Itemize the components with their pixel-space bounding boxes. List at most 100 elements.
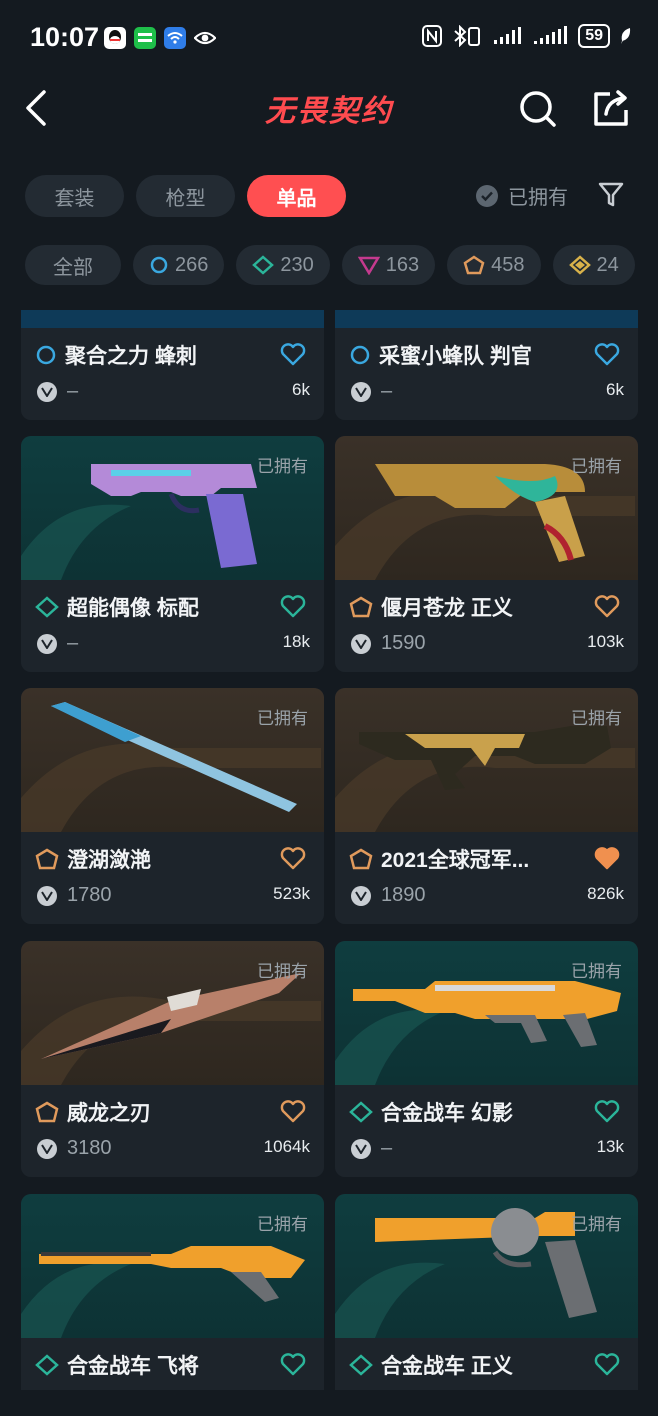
heart-icon[interactable] <box>280 594 306 618</box>
heart-icon[interactable] <box>594 594 620 618</box>
check-icon <box>476 184 498 207</box>
app-header: 无畏契约 <box>0 78 658 142</box>
skin-image: 已拥有 <box>21 941 324 1085</box>
heart-filled-icon[interactable] <box>594 846 620 870</box>
skin-card[interactable]: 已拥有 合金战车 飞将 <box>21 1194 324 1390</box>
skin-card[interactable]: 已拥有 超能偶像 标配 – 18k <box>21 436 324 672</box>
exclusive-tier-icon <box>35 848 59 870</box>
tab-weapon-types[interactable]: 枪型 <box>136 175 235 217</box>
tier-chip-all[interactable]: 全部 <box>25 245 121 285</box>
skin-card[interactable]: 已拥有 2021全球冠军... 1890 826k <box>335 688 638 924</box>
skin-card[interactable]: 采蜜小蜂队 判官 – 6k <box>335 310 638 420</box>
tier-chip-ultra[interactable]: 24 <box>552 245 635 285</box>
exclusive-tier-icon <box>349 848 373 870</box>
owned-filter-toggle[interactable]: 已拥有 <box>476 181 568 210</box>
valorant-points-icon <box>37 381 57 402</box>
valorant-points-icon <box>37 1138 57 1159</box>
owned-tag: 已拥有 <box>571 709 622 728</box>
skin-name: 合金战车 正义 <box>381 1355 513 1378</box>
skin-name: 合金战车 幻影 <box>381 1102 513 1125</box>
search-button[interactable] <box>517 86 559 130</box>
tier-chip-count: 458 <box>491 253 525 276</box>
tier-chip-exclusive[interactable]: 458 <box>447 245 541 285</box>
skin-name: 超能偶像 标配 <box>67 597 199 620</box>
deluxe-tier-icon <box>252 255 275 275</box>
premium-tier-icon <box>357 256 380 275</box>
skin-price: – <box>381 1137 393 1159</box>
valorant-points-icon <box>37 633 57 654</box>
wifi-app-icon <box>164 27 186 49</box>
category-tabs: 套装 枪型 单品 <box>25 175 346 217</box>
heart-icon[interactable] <box>280 1099 306 1123</box>
heart-icon[interactable] <box>280 846 306 870</box>
signal-icon <box>494 27 522 44</box>
skin-name: 聚合之力 蜂刺 <box>65 345 197 368</box>
exclusive-tier-icon <box>463 255 485 275</box>
skin-card[interactable]: 已拥有 澄湖潋滟 1780 523k <box>21 688 324 924</box>
skin-image <box>21 310 324 328</box>
status-app-icons <box>104 27 216 49</box>
tier-chip-premium[interactable]: 163 <box>341 245 436 285</box>
skin-image: 已拥有 <box>21 1194 324 1338</box>
status-bar: 10:07 59 <box>0 0 658 78</box>
owned-tag: 已拥有 <box>257 457 308 476</box>
skin-price: 1590 <box>381 632 426 654</box>
heart-icon[interactable] <box>280 342 306 366</box>
skin-image: 已拥有 <box>335 1194 638 1338</box>
heart-icon[interactable] <box>594 342 620 366</box>
skin-card[interactable]: 已拥有 偃月苍龙 正义 1590 103k <box>335 436 638 672</box>
skin-likes: 1064k <box>263 1137 310 1156</box>
status-time: 10:07 <box>30 22 100 52</box>
battery-indicator: 59 <box>578 24 610 48</box>
valorant-points-icon <box>351 1138 371 1159</box>
skin-likes: 18k <box>282 632 310 651</box>
skin-grid: 聚合之力 蜂刺 – 6k 采蜜小蜂队 判官 – 6k 已拥有 超能偶像 标配 –… <box>0 310 658 1390</box>
filter-button[interactable] <box>597 180 625 210</box>
skin-name: 采蜜小蜂队 判官 <box>379 345 532 368</box>
skin-card[interactable]: 已拥有 威龙之刃 3180 1064k <box>21 941 324 1177</box>
qq-icon <box>104 27 126 49</box>
skin-image: 已拥有 <box>335 688 638 832</box>
tier-chip-deluxe[interactable]: 230 <box>236 245 330 285</box>
heart-icon[interactable] <box>594 1352 620 1376</box>
skin-likes: 6k <box>292 380 310 399</box>
search-icon <box>520 91 556 127</box>
skin-card[interactable]: 已拥有 合金战车 幻影 – 13k <box>335 941 638 1177</box>
share-button[interactable] <box>590 86 632 130</box>
select-tier-icon <box>36 345 56 365</box>
tier-chip-select[interactable]: 266 <box>133 245 225 285</box>
owned-tag: 已拥有 <box>571 962 622 981</box>
nfc-icon <box>422 25 443 47</box>
skin-name: 合金战车 飞将 <box>67 1355 199 1378</box>
exclusive-tier-icon <box>349 596 373 618</box>
tab-items[interactable]: 单品 <box>247 175 346 217</box>
tier-chip-count: 230 <box>280 253 314 276</box>
skin-card[interactable]: 已拥有 合金战车 正义 <box>335 1194 638 1390</box>
skin-name: 澄湖潋滟 <box>67 849 151 872</box>
status-indicators: 59 <box>422 24 632 48</box>
deluxe-tier-icon <box>35 596 59 618</box>
select-tier-icon <box>350 345 370 365</box>
skin-card[interactable]: 聚合之力 蜂刺 – 6k <box>21 310 324 420</box>
owned-tag: 已拥有 <box>571 1215 622 1234</box>
deluxe-tier-icon <box>35 1354 59 1376</box>
skin-image: 已拥有 <box>335 436 638 580</box>
tier-chip-label: 全部 <box>53 256 93 279</box>
skin-price: 1780 <box>67 884 112 906</box>
deluxe-tier-icon <box>349 1101 373 1123</box>
tab-bundles[interactable]: 套装 <box>25 175 124 217</box>
tier-filter-chips: 全部 266 230 163 458 24 <box>25 245 635 285</box>
filter-icon <box>598 182 624 207</box>
share-icon <box>594 90 628 126</box>
ultra-tier-icon <box>568 255 591 275</box>
heart-icon[interactable] <box>594 1099 620 1123</box>
skin-name: 偃月苍龙 正义 <box>381 597 513 620</box>
skin-image <box>335 310 638 328</box>
owned-tag: 已拥有 <box>257 962 308 981</box>
skin-name: 威龙之刃 <box>67 1102 151 1125</box>
skin-likes: 13k <box>596 1137 624 1156</box>
owned-tag: 已拥有 <box>571 457 622 476</box>
skin-name: 2021全球冠军... <box>381 849 530 872</box>
owned-tag: 已拥有 <box>257 1215 308 1234</box>
heart-icon[interactable] <box>280 1352 306 1376</box>
